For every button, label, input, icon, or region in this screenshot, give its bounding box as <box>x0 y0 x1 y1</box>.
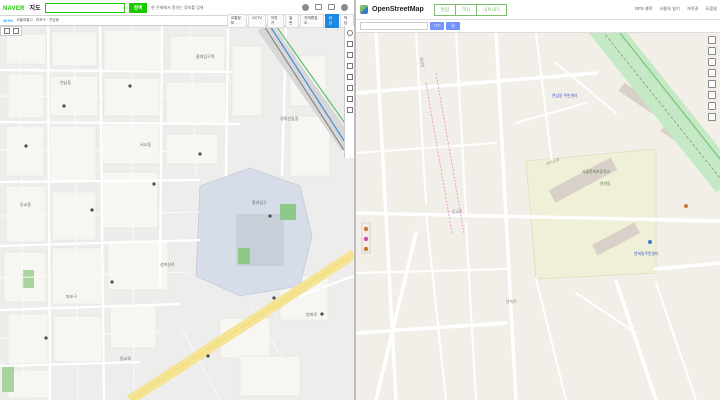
tab-traffic[interactable]: 교통정보 <box>226 13 248 28</box>
naver-map-pane: NAVER 지도 검색 한 주제에서 원하는 정보를 검색 35.6% 서울특별… <box>0 0 354 400</box>
map-label: 성미산로 <box>160 262 175 267</box>
osm-map-pane: OpenStreetMap 편집 역사 내보내기 GPS 궤적 사용자 일기 저… <box>356 0 720 400</box>
map-label: 홍대입구 <box>252 200 267 205</box>
location-path[interactable]: 서울특별시 · 마포구 · 연남동 <box>16 18 59 23</box>
ruler-icon[interactable] <box>346 63 353 69</box>
naver-map-tools <box>344 26 354 158</box>
query-icon[interactable] <box>708 113 716 121</box>
osm-map-label: 연희동 <box>600 182 611 186</box>
zoom-in-icon[interactable] <box>708 36 716 44</box>
naver-street-grid <box>0 21 354 400</box>
history-button[interactable]: 역사 <box>456 3 478 16</box>
note-icon[interactable] <box>708 102 716 110</box>
layers-icon[interactable] <box>708 69 716 77</box>
zoom-out-icon[interactable] <box>346 52 353 58</box>
osm-header: OpenStreetMap 편집 역사 내보내기 GPS 궤적 사용자 일기 저… <box>356 0 720 20</box>
user-icon[interactable] <box>341 4 348 11</box>
zoom-in-icon[interactable] <box>346 41 353 47</box>
osm-nav-links: GPS 궤적 사용자 일기 저작권 도움말 <box>635 6 717 12</box>
map-label: 마포구 <box>66 294 78 299</box>
naver-side-panel <box>0 26 22 36</box>
user-diaries-link[interactable]: 사용자 일기 <box>659 6 679 12</box>
osm-action-buttons: 편집 역사 내보내기 <box>433 3 507 16</box>
mail-icon[interactable] <box>315 4 322 10</box>
split-screen: NAVER 지도 검색 한 주제에서 원하는 정보를 검색 35.6% 서울특별… <box>0 0 720 400</box>
map-label: 홍대입구역 <box>196 54 215 59</box>
osm-search-bar: 가기 길 <box>356 20 720 33</box>
naver-location-bar: 35.6% 서울특별시 · 마포구 · 연남동 <box>0 18 227 23</box>
map-label: 양화로 <box>306 312 318 317</box>
tab-satellite[interactable]: 위성 <box>324 13 339 28</box>
osm-map-label: 서울연희초등학교 <box>582 170 610 174</box>
marker-icon[interactable] <box>346 96 353 102</box>
share-icon[interactable] <box>708 91 716 99</box>
compass-icon[interactable] <box>346 30 353 36</box>
map-label: 연남동 <box>60 80 72 85</box>
naver-map-canvas[interactable]: 홍대입구역 연남동 경의선숲길 서교동 동교동 홍대입구 마포구 성미산로 동교… <box>0 21 354 400</box>
print-icon[interactable] <box>328 4 335 10</box>
export-button[interactable]: 내보내기 <box>477 3 507 16</box>
osm-map-label: 연희로 <box>506 300 517 304</box>
share-icon[interactable] <box>346 107 353 113</box>
naver-top-icons <box>302 4 348 11</box>
tab-bicycle[interactable]: 자전거 <box>266 13 285 28</box>
osm-map-label: 동교로 <box>452 210 463 214</box>
osm-logo-icon[interactable] <box>360 5 368 14</box>
naver-search-button[interactable]: 검색 <box>128 2 148 13</box>
bus-icon[interactable] <box>3 28 10 34</box>
tab-cadastral[interactable]: 지적편집도 <box>300 13 324 28</box>
zoom-out-icon[interactable] <box>708 47 716 55</box>
help-link[interactable]: 도움말 <box>705 6 717 12</box>
area-icon[interactable] <box>346 74 353 80</box>
naver-service-name: 지도 <box>29 6 41 12</box>
osm-title[interactable]: OpenStreetMap <box>372 6 424 13</box>
osm-map-controls <box>708 36 716 121</box>
naver-logo-text: NAVER <box>3 6 25 12</box>
location-icon[interactable] <box>302 4 309 11</box>
pane-divider[interactable] <box>354 0 356 400</box>
naver-toolbar: 35.6% 서울특별시 · 마포구 · 연남동 교통정보 CCTV 자전거 일반… <box>0 13 354 28</box>
tab-cctv[interactable]: CCTV <box>248 13 266 28</box>
osm-map-canvas[interactable] <box>356 33 720 400</box>
osm-map-label: 연희동주민센터 <box>634 252 659 256</box>
tab-general[interactable]: 일반 <box>285 13 300 28</box>
naver-layer-tabs: 교통정보 CCTV 자전거 일반 지적편집도 위성 적당 <box>226 13 354 28</box>
naver-search-hint: 한 주제에서 원하는 정보를 검색 <box>151 4 204 10</box>
locate-icon[interactable] <box>708 58 716 66</box>
pencil-icon[interactable] <box>346 85 353 91</box>
map-label: 경의선숲길 <box>280 116 299 121</box>
naver-logo[interactable]: NAVER 지도 <box>3 3 41 12</box>
zoom-level: 35.6% <box>3 18 14 23</box>
osm-search-input[interactable] <box>360 22 428 30</box>
route-icon[interactable] <box>12 28 19 34</box>
copyright-link[interactable]: 저작권 <box>687 6 699 12</box>
map-label: 동교동 <box>20 202 32 207</box>
gps-traces-link[interactable]: GPS 궤적 <box>635 6 653 12</box>
osm-map-label: 연남동 주민센터 <box>552 94 578 98</box>
map-label: 동교로 <box>120 356 132 361</box>
osm-search-button[interactable]: 가기 <box>430 22 444 30</box>
naver-search-input[interactable] <box>44 2 125 13</box>
edit-button[interactable]: 편집 <box>433 3 457 16</box>
directions-button[interactable]: 길 <box>446 22 460 30</box>
legend-icon[interactable] <box>708 80 716 88</box>
map-label: 서교동 <box>140 142 152 147</box>
